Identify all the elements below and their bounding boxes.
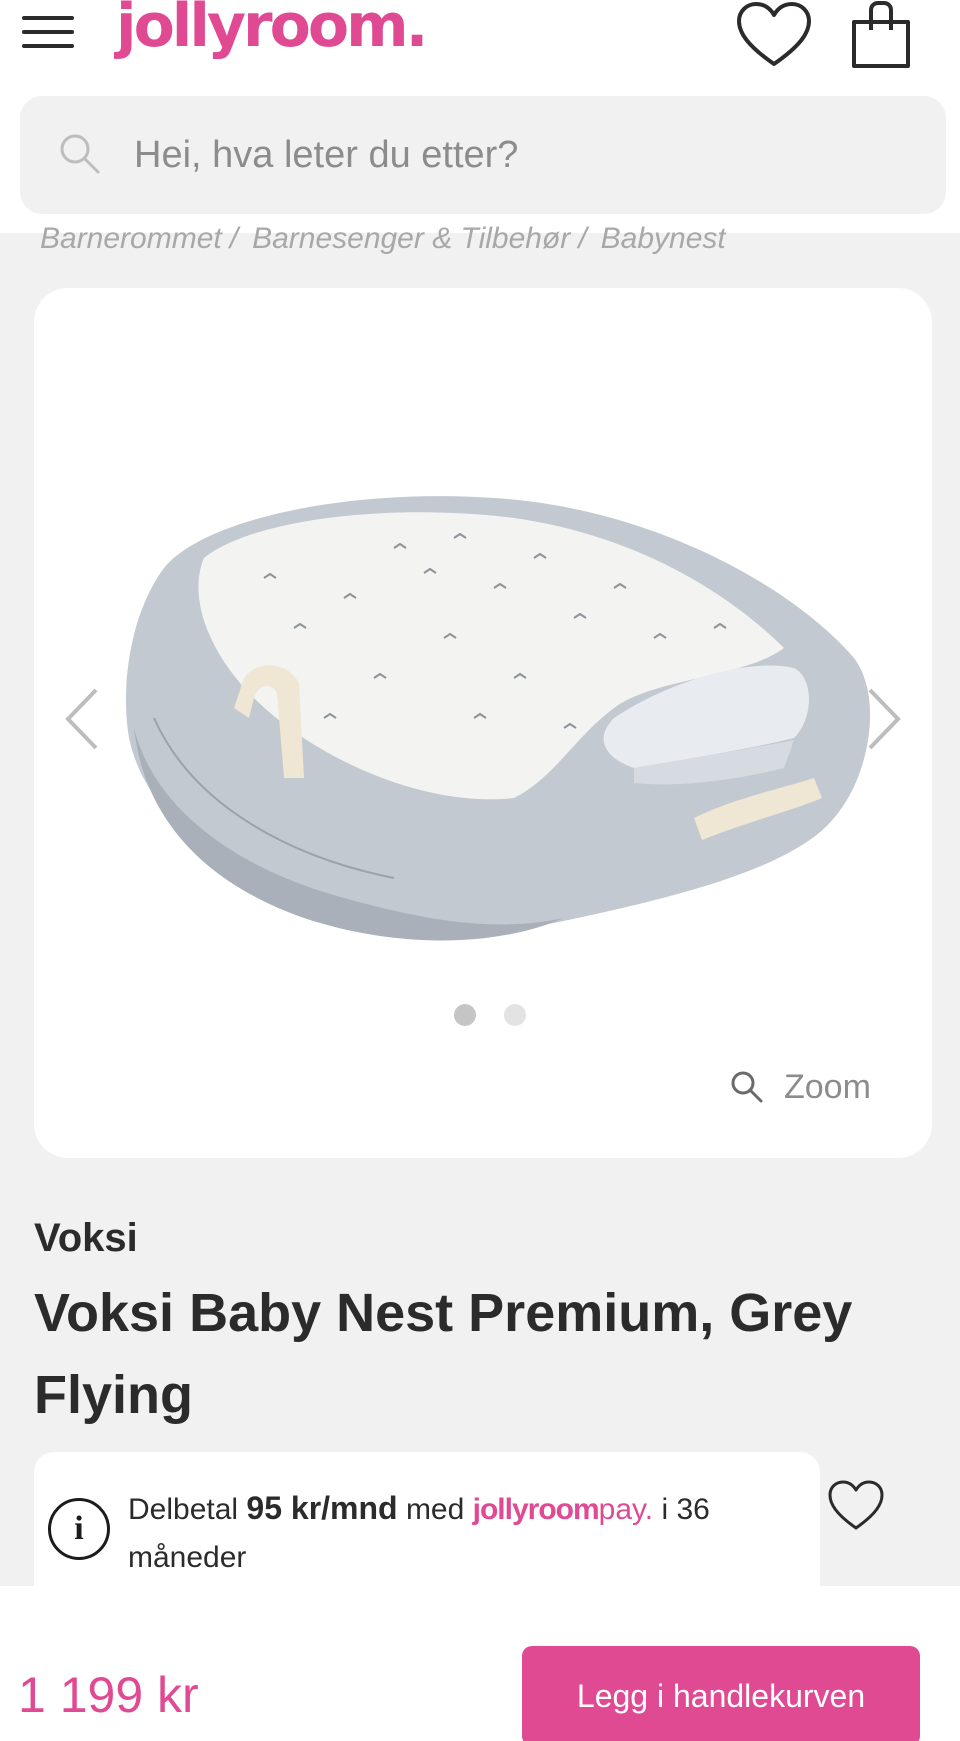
magnifier-icon bbox=[731, 1071, 763, 1103]
breadcrumb-separator: / bbox=[229, 222, 239, 255]
search-bar[interactable] bbox=[20, 96, 946, 214]
add-to-cart-button[interactable]: Legg i handlekurven bbox=[522, 1646, 920, 1741]
breadcrumb-separator: / bbox=[578, 222, 587, 255]
breadcrumb-item-babynest[interactable]: Babynest bbox=[601, 222, 726, 255]
product-image[interactable] bbox=[94, 478, 874, 958]
installment-info-box: i Delbetal 95 kr/mnd med jollyroompay. i… bbox=[34, 1452, 820, 1594]
product-brand[interactable]: Voksi bbox=[34, 1216, 138, 1261]
jollyroom-logo[interactable]: jollyroom. bbox=[116, 0, 428, 58]
carousel-dot-2[interactable] bbox=[504, 1004, 526, 1026]
breadcrumb-item-barnerommet[interactable]: Barnerommet bbox=[40, 222, 222, 255]
product-gallery: Zoom bbox=[34, 288, 932, 1158]
hamburger-menu-icon[interactable] bbox=[22, 12, 74, 52]
breadcrumb: Barnerommet / Barnesenger & Tilbehør / Babyn… bbox=[40, 222, 726, 262]
info-icon[interactable]: i bbox=[48, 1498, 110, 1560]
shopping-bag-icon[interactable] bbox=[848, 0, 914, 72]
zoom-label: Zoom bbox=[784, 1068, 871, 1106]
search-input[interactable] bbox=[134, 120, 894, 190]
sticky-buy-bar: 1 199 kr Legg i handlekurven bbox=[0, 1586, 960, 1741]
product-title: Voksi Baby Nest Premium, Grey Flying bbox=[34, 1283, 853, 1425]
carousel-dots bbox=[454, 1004, 554, 1030]
installment-prefix: Delbetal bbox=[128, 1493, 239, 1526]
chevron-left-icon[interactable] bbox=[60, 686, 104, 752]
search-icon bbox=[60, 134, 100, 174]
jollyroompay-logo-suffix: pay. bbox=[598, 1493, 654, 1526]
jollyroompay-logo: jollyroom bbox=[472, 1493, 600, 1526]
breadcrumb-item-barnesenger[interactable]: Barnesenger & Tilbehør bbox=[252, 222, 570, 255]
chevron-right-icon[interactable] bbox=[862, 686, 906, 752]
add-to-wishlist-heart-icon[interactable] bbox=[826, 1478, 886, 1534]
installment-amount: 95 kr/mnd bbox=[246, 1490, 398, 1526]
site-header: jollyroom. bbox=[0, 0, 960, 233]
product-price: 1 199 kr bbox=[18, 1667, 199, 1723]
heart-icon[interactable] bbox=[734, 0, 814, 72]
installment-text: Delbetal 95 kr/mnd med jollyroompay. i 3… bbox=[128, 1484, 798, 1582]
carousel-dot-1[interactable] bbox=[454, 1004, 476, 1026]
installment-middle: med bbox=[405, 1493, 465, 1526]
